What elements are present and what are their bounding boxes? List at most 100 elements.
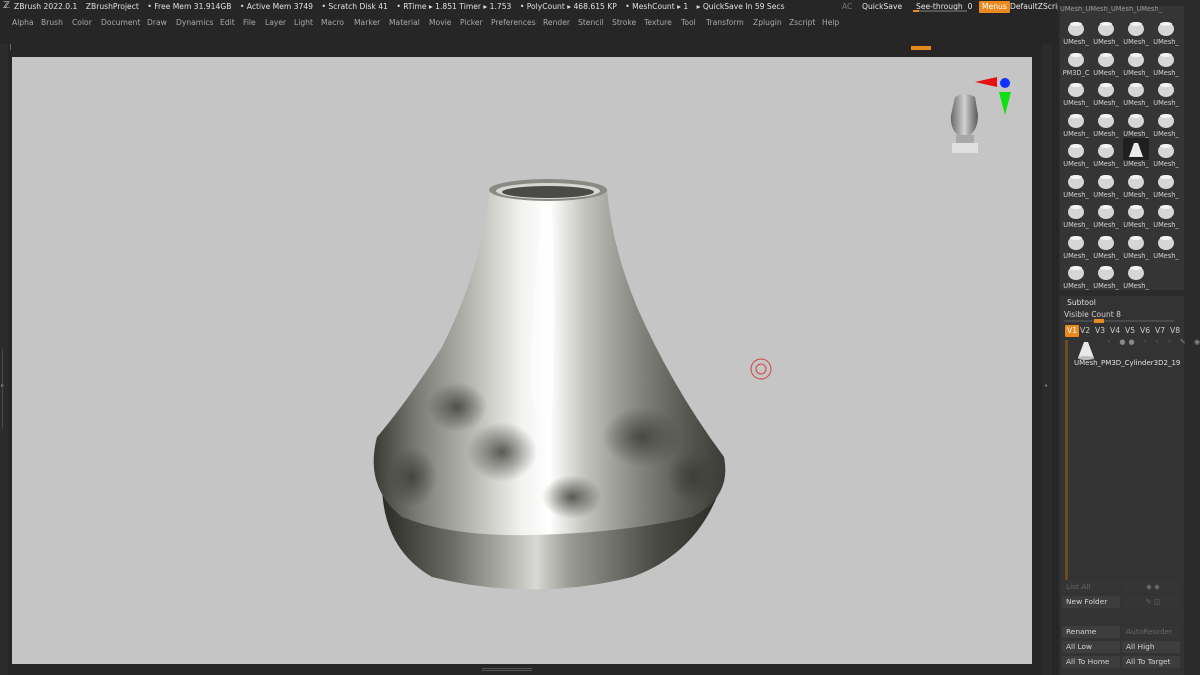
menu-item-picker[interactable]: Picker <box>460 14 483 31</box>
version-tab-v2[interactable]: V2 <box>1080 325 1090 337</box>
tool-thumbnail[interactable]: UMesh_ <box>1061 77 1091 108</box>
menu-item-color[interactable]: Color <box>72 14 92 31</box>
tool-thumbnail[interactable]: UMesh_ <box>1121 169 1151 200</box>
tool-thumbnail[interactable]: UMesh_ <box>1151 108 1181 139</box>
tool-thumbnail[interactable]: UMesh_ <box>1151 199 1181 230</box>
folder-actions[interactable]: ✎ ◫ <box>1122 596 1180 608</box>
tool-thumbnail[interactable]: UMesh_ <box>1121 77 1151 108</box>
auto-reorder-button[interactable]: AutoReorder <box>1122 626 1180 638</box>
default-zscript-button[interactable]: DefaultZScript <box>1010 0 1065 14</box>
menu-item-preferences[interactable]: Preferences <box>491 14 536 31</box>
menu-item-light[interactable]: Light <box>294 14 313 31</box>
menu-item-draw[interactable]: Draw <box>147 14 167 31</box>
tool-thumbnail[interactable]: UMesh_ <box>1091 108 1121 139</box>
subtool-item-icons[interactable]: ◦ ●● ◦ ◦ ◦ ✎ ◉ <box>1107 338 1200 346</box>
tool-thumbnail[interactable]: UMesh_ <box>1091 199 1121 230</box>
menu-item-stencil[interactable]: Stencil <box>578 14 604 31</box>
canvas-viewport[interactable] <box>12 57 1032 664</box>
quicksave-button[interactable]: QuickSave <box>862 0 902 14</box>
mesh-thumbnail-icon <box>1068 22 1084 36</box>
tool-thumbnail[interactable]: UMesh_ <box>1121 108 1151 139</box>
tool-thumbnail[interactable]: UMesh_ <box>1091 230 1121 261</box>
visible-count-slider[interactable]: Visible Count 8 <box>1064 310 1121 319</box>
tool-thumbnail[interactable]: UMesh_ <box>1091 77 1121 108</box>
subtool-list-scrollbar[interactable] <box>1065 340 1068 580</box>
menu-item-zscript[interactable]: Zscript <box>789 14 815 31</box>
tool-thumbnail[interactable]: UMesh_ <box>1091 47 1121 78</box>
mesh-thumbnail-icon <box>1098 83 1114 97</box>
tool-thumbnail[interactable]: UMesh_ <box>1091 169 1121 200</box>
tool-thumbnail[interactable]: UMesh_ <box>1061 169 1091 200</box>
version-tab-v1[interactable]: V1 <box>1065 325 1080 337</box>
tool-thumbnail[interactable]: UMesh_ <box>1091 260 1121 290</box>
tool-thumbnail[interactable]: UMesh_ <box>1151 16 1181 47</box>
version-tab-v3[interactable]: V3 <box>1095 325 1105 337</box>
tool-thumbnail[interactable]: UMesh_ <box>1061 199 1091 230</box>
menu-item-texture[interactable]: Texture <box>644 14 672 31</box>
menu-item-render[interactable]: Render <box>543 14 570 31</box>
menu-item-dynamics[interactable]: Dynamics <box>176 14 213 31</box>
tool-thumbnail[interactable]: UMesh_ <box>1121 260 1151 290</box>
rename-button[interactable]: Rename <box>1062 626 1120 638</box>
bottom-tray-handle[interactable] <box>482 668 532 671</box>
tool-thumbnail[interactable]: UMesh_ <box>1151 138 1181 169</box>
menu-item-help[interactable]: Help <box>822 14 839 31</box>
tool-thumbnail[interactable]: UMesh_ <box>1151 47 1181 78</box>
tool-thumbnail[interactable]: UMesh_ <box>1091 138 1121 169</box>
left-tray[interactable]: ▸ <box>0 44 8 675</box>
right-tray-edge[interactable]: ◂ <box>1042 44 1052 675</box>
menu-item-edit[interactable]: Edit <box>220 14 235 31</box>
subtool-item[interactable]: ◦ ●● ◦ ◦ ◦ ✎ ◉ UMesh_PM3D_Cylinder3D2_19 <box>1069 338 1200 370</box>
ac-button[interactable]: AC <box>842 0 852 14</box>
tool-thumbnail[interactable]: UMesh_ <box>1151 169 1181 200</box>
menu-item-transform[interactable]: Transform <box>706 14 744 31</box>
version-tab-v5[interactable]: V5 <box>1125 325 1135 337</box>
tool-thumbnail[interactable]: UMesh_ <box>1061 260 1091 290</box>
visible-count-track[interactable] <box>1064 319 1174 323</box>
list-all-button[interactable]: List All <box>1062 581 1120 593</box>
menu-item-zplugin[interactable]: Zplugin <box>753 14 782 31</box>
menu-item-macro[interactable]: Macro <box>321 14 344 31</box>
tool-thumbnail[interactable]: UMesh_ <box>1061 138 1091 169</box>
tray-expand-icon[interactable]: ◂ <box>1044 382 1047 389</box>
version-tab-v4[interactable]: V4 <box>1110 325 1120 337</box>
menu-item-stroke[interactable]: Stroke <box>612 14 636 31</box>
navigation-gizmo-icon[interactable] <box>950 77 1011 153</box>
new-folder-button[interactable]: New Folder <box>1062 596 1120 608</box>
all-high-button[interactable]: All High <box>1122 641 1180 653</box>
tool-thumbnail[interactable]: UMesh_ <box>1151 77 1181 108</box>
menu-item-layer[interactable]: Layer <box>265 14 286 31</box>
quicksave-timer: ▸ QuickSave In 59 Secs <box>696 2 785 11</box>
menu-item-tool[interactable]: Tool <box>681 14 696 31</box>
all-to-home-button[interactable]: All To Home <box>1062 656 1120 668</box>
tool-thumbnail[interactable]: UMesh_ <box>1061 16 1091 47</box>
subtool-header[interactable]: Subtool <box>1067 298 1096 307</box>
tool-thumbnail[interactable]: UMesh_ <box>1061 108 1091 139</box>
tool-thumbnail[interactable]: UMesh_ <box>1121 199 1151 230</box>
menu-item-marker[interactable]: Marker <box>354 14 380 31</box>
version-tab-v7[interactable]: V7 <box>1155 325 1165 337</box>
all-to-target-button[interactable]: All To Target <box>1122 656 1180 668</box>
tool-thumbnail[interactable]: UMesh_ <box>1061 230 1091 261</box>
tool-thumbnail[interactable]: PM3D_C <box>1061 47 1091 78</box>
tool-thumbnail[interactable]: UMesh_ <box>1091 16 1121 47</box>
tool-thumbnail[interactable]: UMesh_ <box>1121 16 1151 47</box>
tool-thumbnail[interactable]: UMesh_ <box>1121 47 1151 78</box>
menu-item-alpha[interactable]: Alpha <box>12 14 34 31</box>
version-tab-v8[interactable]: V8 <box>1170 325 1180 337</box>
menu-item-document[interactable]: Document <box>101 14 140 31</box>
version-tab-v6[interactable]: V6 <box>1140 325 1150 337</box>
tray-expand-icon[interactable]: ▸ <box>1 382 4 389</box>
tool-thumbnail[interactable]: UMesh_ <box>1151 230 1181 261</box>
tool-thumbnail[interactable]: UMesh_ <box>1121 230 1151 261</box>
menu-item-file[interactable]: File <box>243 14 256 31</box>
tool-thumbnail[interactable]: UMesh_ <box>1121 138 1151 169</box>
menu-item-brush[interactable]: Brush <box>41 14 63 31</box>
menu-item-material[interactable]: Material <box>389 14 420 31</box>
all-low-button[interactable]: All Low <box>1062 641 1120 653</box>
see-through-track[interactable] <box>913 10 967 12</box>
menus-button[interactable]: Menus <box>979 1 1010 13</box>
mesh-thumbnail-icon <box>1068 235 1084 250</box>
list-all-arrows[interactable]: ◆ ◆ <box>1122 581 1180 593</box>
menu-item-movie[interactable]: Movie <box>429 14 451 31</box>
